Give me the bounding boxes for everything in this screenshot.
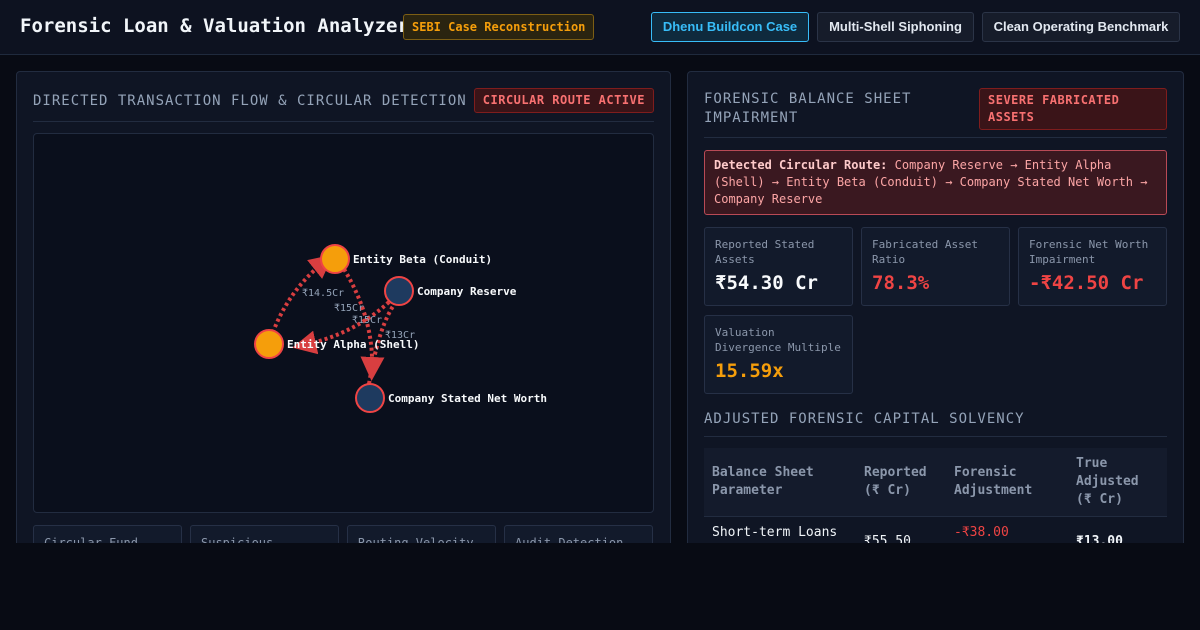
edge-label-alpha-beta: ₹14.5Cr bbox=[302, 288, 344, 299]
circular-route-status-badge: CIRCULAR ROUTE ACTIVE bbox=[473, 88, 654, 113]
stat-label: Reported Stated Assets bbox=[715, 238, 815, 266]
flow-kpi-row: Circular Fund Suspicious Routing Velocit… bbox=[33, 525, 654, 543]
table-header-row: Balance Sheet Parameter Reported (₹ Cr) … bbox=[704, 448, 1167, 516]
kpi-audit-detection: Audit Detection bbox=[504, 525, 653, 543]
main-content: DIRECTED TRANSACTION FLOW & CIRCULAR DET… bbox=[0, 55, 1200, 543]
flow-graph-svg: ₹14.5Cr ₹15Cr ₹15Cr ₹13Cr Entity Beta (C… bbox=[254, 244, 547, 413]
stat-label: Forensic Net Worth Impairment bbox=[1029, 238, 1149, 266]
kpi-circular-fund: Circular Fund bbox=[33, 525, 182, 543]
stat-reported-stated-assets: Reported Stated Assets ₹54.30 Cr bbox=[704, 227, 853, 306]
edge-label-beta-networth: ₹15Cr bbox=[334, 303, 364, 314]
circular-route-alert: Detected Circular Route: Company Reserve… bbox=[704, 150, 1167, 215]
node-label-company-net-worth: Company Stated Net Worth bbox=[388, 392, 547, 405]
transaction-flow-panel: DIRECTED TRANSACTION FLOW & CIRCULAR DET… bbox=[16, 71, 671, 543]
valuation-panel-header: FORENSIC BALANCE SHEET IMPAIRMENT SEVERE… bbox=[704, 88, 1167, 138]
cell-adjustment: -₹38.00 bbox=[946, 515, 1068, 543]
tab-multi-shell-siphoning[interactable]: Multi-Shell Siphoning bbox=[817, 12, 974, 42]
balance-sheet-panel: FORENSIC BALANCE SHEET IMPAIRMENT SEVERE… bbox=[687, 71, 1184, 543]
tab-clean-operating-benchmark[interactable]: Clean Operating Benchmark bbox=[982, 12, 1180, 42]
stat-value: -₹42.50 Cr bbox=[1029, 272, 1144, 294]
column-header-adjustment: Forensic Adjustment bbox=[946, 448, 1068, 516]
node-label-company-reserve: Company Reserve bbox=[417, 285, 517, 298]
stat-valuation-divergence-multiple: Valuation Divergence Multiple 15.59x bbox=[704, 315, 853, 394]
kpi-suspicious: Suspicious bbox=[190, 525, 339, 543]
stat-value: ₹54.30 Cr bbox=[715, 272, 818, 294]
node-company-reserve[interactable] bbox=[384, 276, 414, 306]
stat-value: 15.59x bbox=[715, 360, 784, 382]
flow-panel-title: DIRECTED TRANSACTION FLOW & CIRCULAR DET… bbox=[33, 93, 467, 109]
column-header-adjusted: True Adjusted (₹ Cr) bbox=[1068, 448, 1167, 516]
stat-fabricated-asset-ratio: Fabricated Asset Ratio 78.3% bbox=[861, 227, 1010, 306]
edge-label-reserve-alpha: ₹15Cr bbox=[352, 315, 382, 326]
solvency-section-title: ADJUSTED FORENSIC CAPITAL SOLVENCY bbox=[704, 411, 1167, 437]
stat-value: 78.3% bbox=[872, 272, 930, 294]
table-row[interactable]: Short-term Loans ₹55.50 -₹38.00 ₹13.00 bbox=[704, 515, 1167, 543]
solvency-table: Balance Sheet Parameter Reported (₹ Cr) … bbox=[704, 448, 1167, 543]
column-header-reported: Reported (₹ Cr) bbox=[856, 448, 946, 516]
column-header-parameter: Balance Sheet Parameter bbox=[704, 448, 856, 516]
flow-panel-header: DIRECTED TRANSACTION FLOW & CIRCULAR DET… bbox=[33, 88, 654, 122]
case-badge: SEBI Case Reconstruction bbox=[403, 14, 595, 40]
stat-forensic-net-worth-impairment: Forensic Net Worth Impairment -₹42.50 Cr bbox=[1018, 227, 1167, 306]
node-label-entity-alpha: Entity Alpha (Shell) bbox=[287, 338, 419, 351]
cell-parameter: Short-term Loans bbox=[704, 515, 856, 543]
transaction-flow-graph[interactable]: ₹14.5Cr ₹15Cr ₹15Cr ₹13Cr Entity Beta (C… bbox=[33, 133, 654, 513]
node-company-net-worth[interactable] bbox=[355, 383, 385, 413]
route-alert-label: Detected Circular Route: bbox=[714, 158, 888, 172]
tab-dhenu-buildcon-case[interactable]: Dhenu Buildcon Case bbox=[651, 12, 809, 42]
kpi-routing-velocity: Routing Velocity bbox=[347, 525, 496, 543]
cell-reported: ₹55.50 bbox=[856, 515, 946, 543]
stat-label: Valuation Divergence Multiple bbox=[715, 326, 841, 354]
top-bar: Forensic Loan & Valuation Analyzer SEBI … bbox=[0, 0, 1200, 55]
stat-label: Fabricated Asset Ratio bbox=[872, 238, 978, 266]
node-label-entity-beta: Entity Beta (Conduit) bbox=[353, 253, 492, 266]
valuation-panel-title: FORENSIC BALANCE SHEET IMPAIRMENT bbox=[704, 91, 912, 126]
node-entity-beta[interactable] bbox=[320, 244, 350, 274]
node-entity-alpha[interactable] bbox=[254, 329, 284, 359]
fabricated-assets-status-badge: SEVERE FABRICATED ASSETS bbox=[979, 88, 1167, 130]
cell-adjusted: ₹13.00 bbox=[1068, 515, 1167, 543]
app-title: Forensic Loan & Valuation Analyzer bbox=[20, 15, 409, 37]
